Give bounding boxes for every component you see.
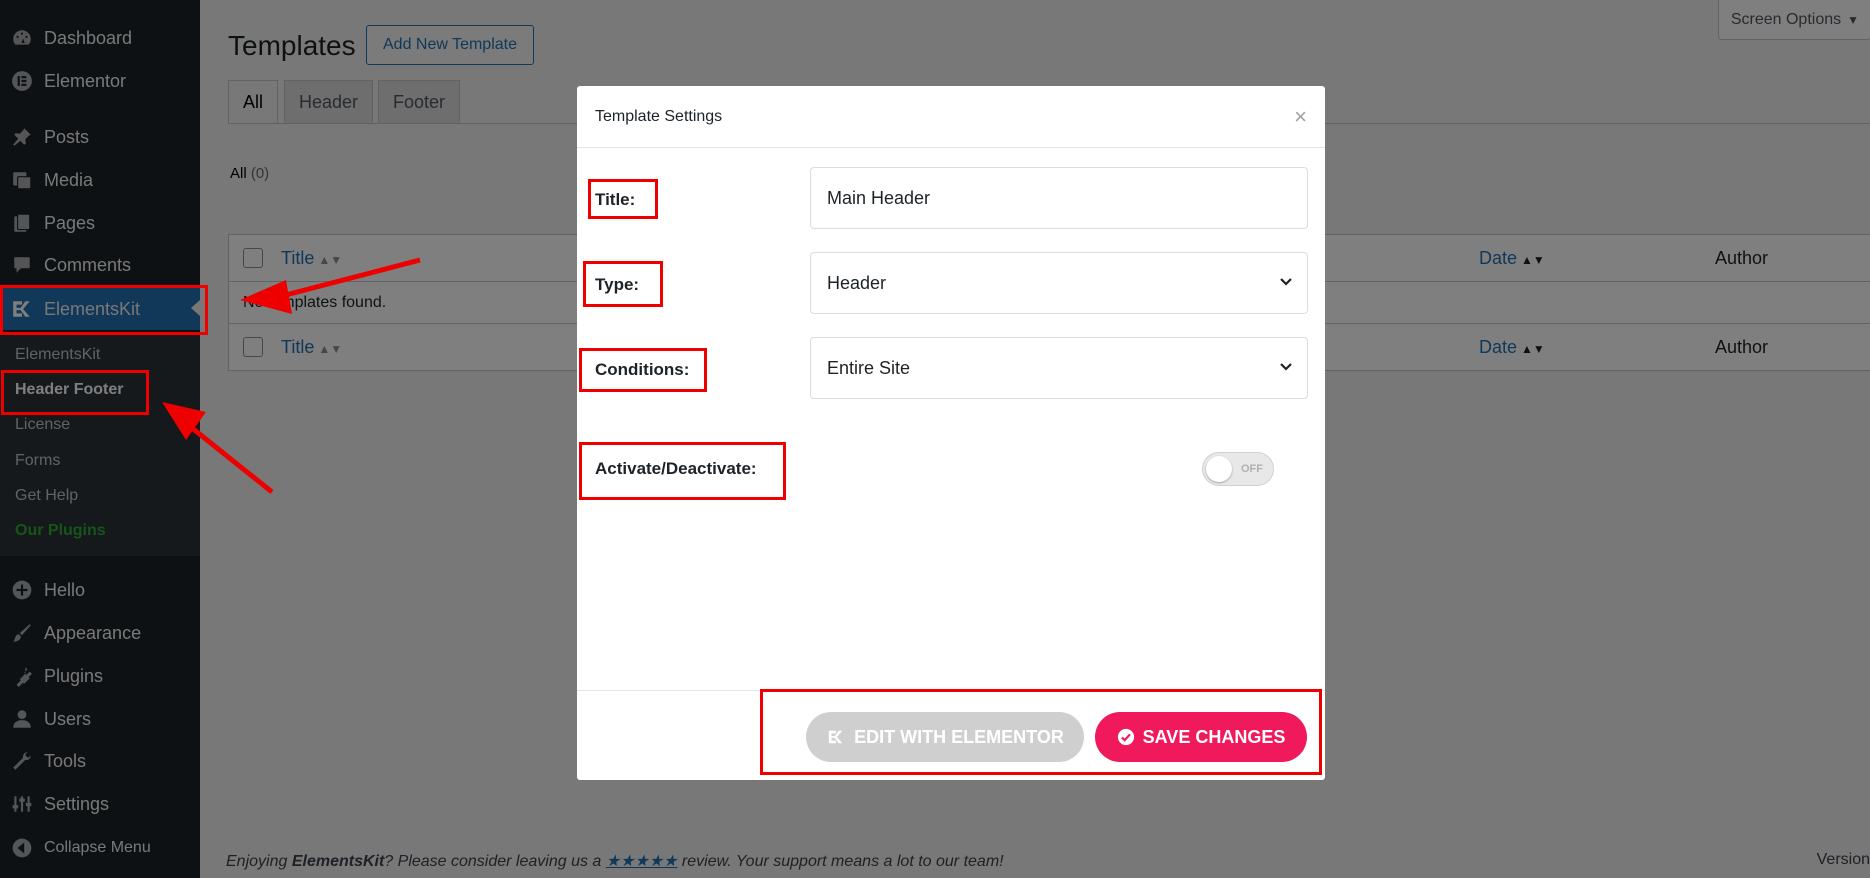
- type-select-value: Header: [827, 272, 887, 293]
- title-input[interactable]: Main Header: [810, 167, 1308, 229]
- annotation-box-elementskit: [0, 285, 208, 335]
- save-changes-button[interactable]: SAVE CHANGES: [1095, 712, 1307, 762]
- title-input-value: Main Header: [827, 187, 931, 208]
- modal-title: Template Settings: [595, 108, 723, 125]
- conditions-select-value: Entire Site: [827, 357, 911, 378]
- annotation-box-conditions: [579, 348, 707, 392]
- edit-button-label: EDIT WITH ELEMENTOR: [854, 726, 1064, 747]
- conditions-select[interactable]: Entire Site: [810, 337, 1308, 399]
- toggle-knob: [1206, 456, 1232, 482]
- chevron-down-icon: [1280, 278, 1292, 286]
- close-icon[interactable]: ×: [1294, 104, 1307, 130]
- type-select[interactable]: Header: [810, 252, 1308, 314]
- check-circle-icon: [1117, 728, 1135, 746]
- annotation-box-type: [583, 261, 663, 307]
- template-settings-modal: Template Settings × Title: Main Header T…: [577, 86, 1325, 780]
- annotation-box-title: [588, 179, 658, 219]
- elementskit-icon: [826, 728, 846, 746]
- save-button-label: SAVE CHANGES: [1142, 726, 1286, 747]
- annotation-box-activate: [579, 442, 786, 500]
- activate-toggle[interactable]: OFF: [1202, 452, 1274, 486]
- edit-with-elementor-button[interactable]: EDIT WITH ELEMENTOR: [806, 712, 1084, 762]
- toggle-state-label: OFF: [1241, 463, 1263, 475]
- modal-header: Template Settings ×: [577, 86, 1325, 148]
- annotation-box-header-footer: [1, 370, 149, 415]
- chevron-down-icon: [1280, 363, 1292, 371]
